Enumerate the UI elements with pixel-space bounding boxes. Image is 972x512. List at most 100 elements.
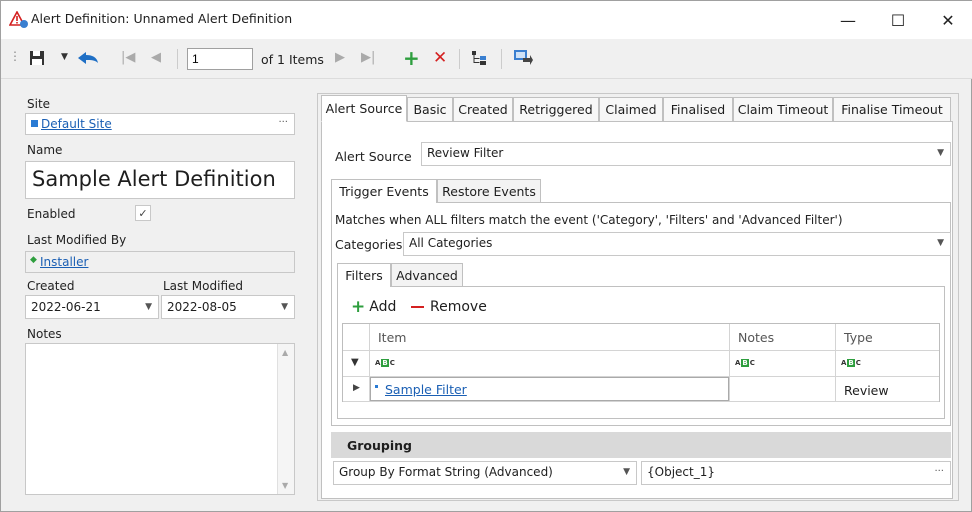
remove-filter-button[interactable]: Remove bbox=[411, 299, 487, 315]
add-record-icon[interactable]: + bbox=[403, 46, 420, 70]
site-browse-button[interactable]: ··· bbox=[278, 117, 288, 128]
toolbar-separator bbox=[459, 49, 460, 69]
tab-retriggered[interactable]: Retriggered bbox=[513, 97, 599, 121]
tab-advanced[interactable]: Advanced bbox=[391, 263, 463, 287]
created-date-field[interactable]: 2022-06-21 ▼ bbox=[25, 295, 159, 319]
matches-description: Matches when ALL filters match the event… bbox=[335, 213, 843, 227]
tab-created[interactable]: Created bbox=[453, 97, 513, 121]
notes-label: Notes bbox=[27, 327, 62, 341]
scroll-up-icon[interactable]: ▲ bbox=[282, 348, 288, 357]
alert-source-select[interactable]: Review Filter ▼ bbox=[421, 142, 951, 166]
enabled-label: Enabled bbox=[27, 207, 76, 221]
text-filter-icon[interactable]: ABC bbox=[375, 359, 395, 367]
grouping-mode-select[interactable]: Group By Format String (Advanced) ▼ bbox=[333, 461, 637, 485]
enabled-checkbox[interactable]: ✓ bbox=[135, 205, 151, 221]
site-link[interactable]: Default Site bbox=[41, 117, 112, 131]
name-field[interactable]: Sample Alert Definition bbox=[25, 161, 295, 199]
tab-restore-events[interactable]: Restore Events bbox=[437, 179, 541, 203]
tab-finalise-timeout[interactable]: Finalise Timeout bbox=[833, 97, 951, 121]
tab-finalised[interactable]: Finalised bbox=[663, 97, 733, 121]
grid-line bbox=[343, 350, 939, 351]
filters-grid: Item Notes Type ▼ ABC ABC ABC ▶ Sample F… bbox=[342, 323, 940, 402]
categories-dropdown-icon[interactable]: ▼ bbox=[937, 238, 944, 248]
toolbar-separator bbox=[501, 49, 502, 69]
alert-definition-window: Alert Definition: Unnamed Alert Definiti… bbox=[0, 0, 972, 512]
last-modified-by-link[interactable]: Installer bbox=[40, 255, 88, 269]
column-header-item[interactable]: Item bbox=[373, 327, 411, 348]
last-record-icon[interactable]: ▶| bbox=[361, 50, 375, 65]
alert-source-dropdown-icon[interactable]: ▼ bbox=[937, 148, 944, 158]
notes-textarea[interactable]: ▲ ▼ bbox=[25, 343, 295, 495]
tab-filters[interactable]: Filters bbox=[337, 263, 391, 287]
title-bar: Alert Definition: Unnamed Alert Definiti… bbox=[1, 1, 972, 39]
user-icon: ◆ bbox=[30, 255, 37, 265]
filter-item-link[interactable]: Sample Filter bbox=[385, 382, 467, 397]
previous-record-icon[interactable]: ◀ bbox=[151, 50, 161, 65]
tab-basic[interactable]: Basic bbox=[407, 97, 453, 121]
name-value: Sample Alert Definition bbox=[32, 167, 276, 191]
table-row[interactable]: Sample Filter bbox=[370, 377, 729, 401]
alert-app-icon bbox=[9, 11, 28, 28]
created-label: Created bbox=[27, 279, 75, 293]
grouping-mode-value: Group By Format String (Advanced) bbox=[339, 465, 553, 479]
item-count-label: of 1 Items bbox=[261, 52, 324, 67]
created-date-value: 2022-06-21 bbox=[31, 300, 101, 314]
site-icon bbox=[31, 120, 38, 127]
text-filter-icon[interactable]: ABC bbox=[841, 359, 861, 367]
export-icon[interactable] bbox=[513, 49, 533, 67]
save-icon[interactable] bbox=[29, 50, 45, 66]
filter-item-icon bbox=[375, 385, 378, 388]
categories-select[interactable]: All Categories ▼ bbox=[403, 232, 951, 256]
tab-trigger-events[interactable]: Trigger Events bbox=[331, 179, 437, 203]
remove-filter-label: Remove bbox=[430, 299, 487, 315]
categories-label: Categories bbox=[335, 237, 403, 252]
add-filter-button[interactable]: + Add bbox=[351, 297, 397, 317]
add-filter-label: Add bbox=[369, 299, 397, 315]
row-indicator-icon: ▶ bbox=[353, 383, 360, 393]
last-modified-dropdown-icon[interactable]: ▼ bbox=[281, 302, 288, 312]
window-title: Alert Definition: Unnamed Alert Definiti… bbox=[31, 11, 293, 26]
categories-value: All Categories bbox=[409, 236, 493, 250]
name-label: Name bbox=[27, 143, 63, 157]
notes-scrollbar[interactable]: ▲ ▼ bbox=[277, 344, 294, 494]
close-button[interactable]: ✕ bbox=[925, 1, 971, 39]
grid-line bbox=[343, 401, 939, 402]
alert-source-value: Review Filter bbox=[427, 146, 504, 160]
record-number-input[interactable] bbox=[187, 48, 253, 70]
site-label: Site bbox=[27, 97, 51, 111]
site-field[interactable]: Default Site ··· bbox=[25, 113, 295, 135]
text-filter-icon[interactable]: ABC bbox=[735, 359, 755, 367]
grouping-format-value: {Object_1} bbox=[647, 465, 715, 479]
last-modified-by-field: ◆ Installer bbox=[25, 251, 295, 273]
toolbar-separator bbox=[177, 49, 178, 69]
delete-record-icon[interactable]: ✕ bbox=[433, 48, 447, 68]
column-header-type[interactable]: Type bbox=[839, 327, 878, 348]
filter-row-icon: ▼ bbox=[351, 357, 359, 368]
tab-claimed[interactable]: Claimed bbox=[599, 97, 663, 121]
next-record-icon[interactable]: ▶ bbox=[335, 50, 345, 65]
last-modified-label: Last Modified bbox=[163, 279, 244, 293]
tab-alert-source[interactable]: Alert Source bbox=[321, 95, 407, 122]
grouping-format-browse-button[interactable]: ··· bbox=[934, 466, 944, 477]
maximize-button[interactable]: ☐ bbox=[875, 1, 921, 39]
scroll-down-icon[interactable]: ▼ bbox=[282, 481, 288, 490]
filter-row-type: Review bbox=[844, 383, 889, 398]
remove-icon bbox=[411, 306, 424, 308]
tab-claim-timeout[interactable]: Claim Timeout bbox=[733, 97, 833, 121]
save-dropdown-icon[interactable]: ▼ bbox=[61, 52, 68, 62]
grid-line bbox=[729, 324, 730, 402]
column-header-notes[interactable]: Notes bbox=[733, 327, 779, 348]
last-modified-by-label: Last Modified By bbox=[27, 233, 127, 247]
hierarchy-icon[interactable] bbox=[471, 50, 489, 66]
minimize-button[interactable]: — bbox=[825, 1, 871, 39]
last-modified-date-field[interactable]: 2022-08-05 ▼ bbox=[161, 295, 295, 319]
grouping-format-field[interactable]: {Object_1} ··· bbox=[641, 461, 951, 485]
filter-row-notes bbox=[733, 380, 743, 386]
grouping-title: Grouping bbox=[347, 438, 412, 453]
undo-icon[interactable] bbox=[77, 51, 99, 65]
first-record-icon[interactable]: |◀ bbox=[121, 50, 135, 65]
grouping-mode-dropdown-icon[interactable]: ▼ bbox=[623, 467, 630, 477]
alert-source-label: Alert Source bbox=[335, 149, 412, 164]
created-date-dropdown-icon[interactable]: ▼ bbox=[145, 302, 152, 312]
add-icon: + bbox=[351, 297, 366, 317]
